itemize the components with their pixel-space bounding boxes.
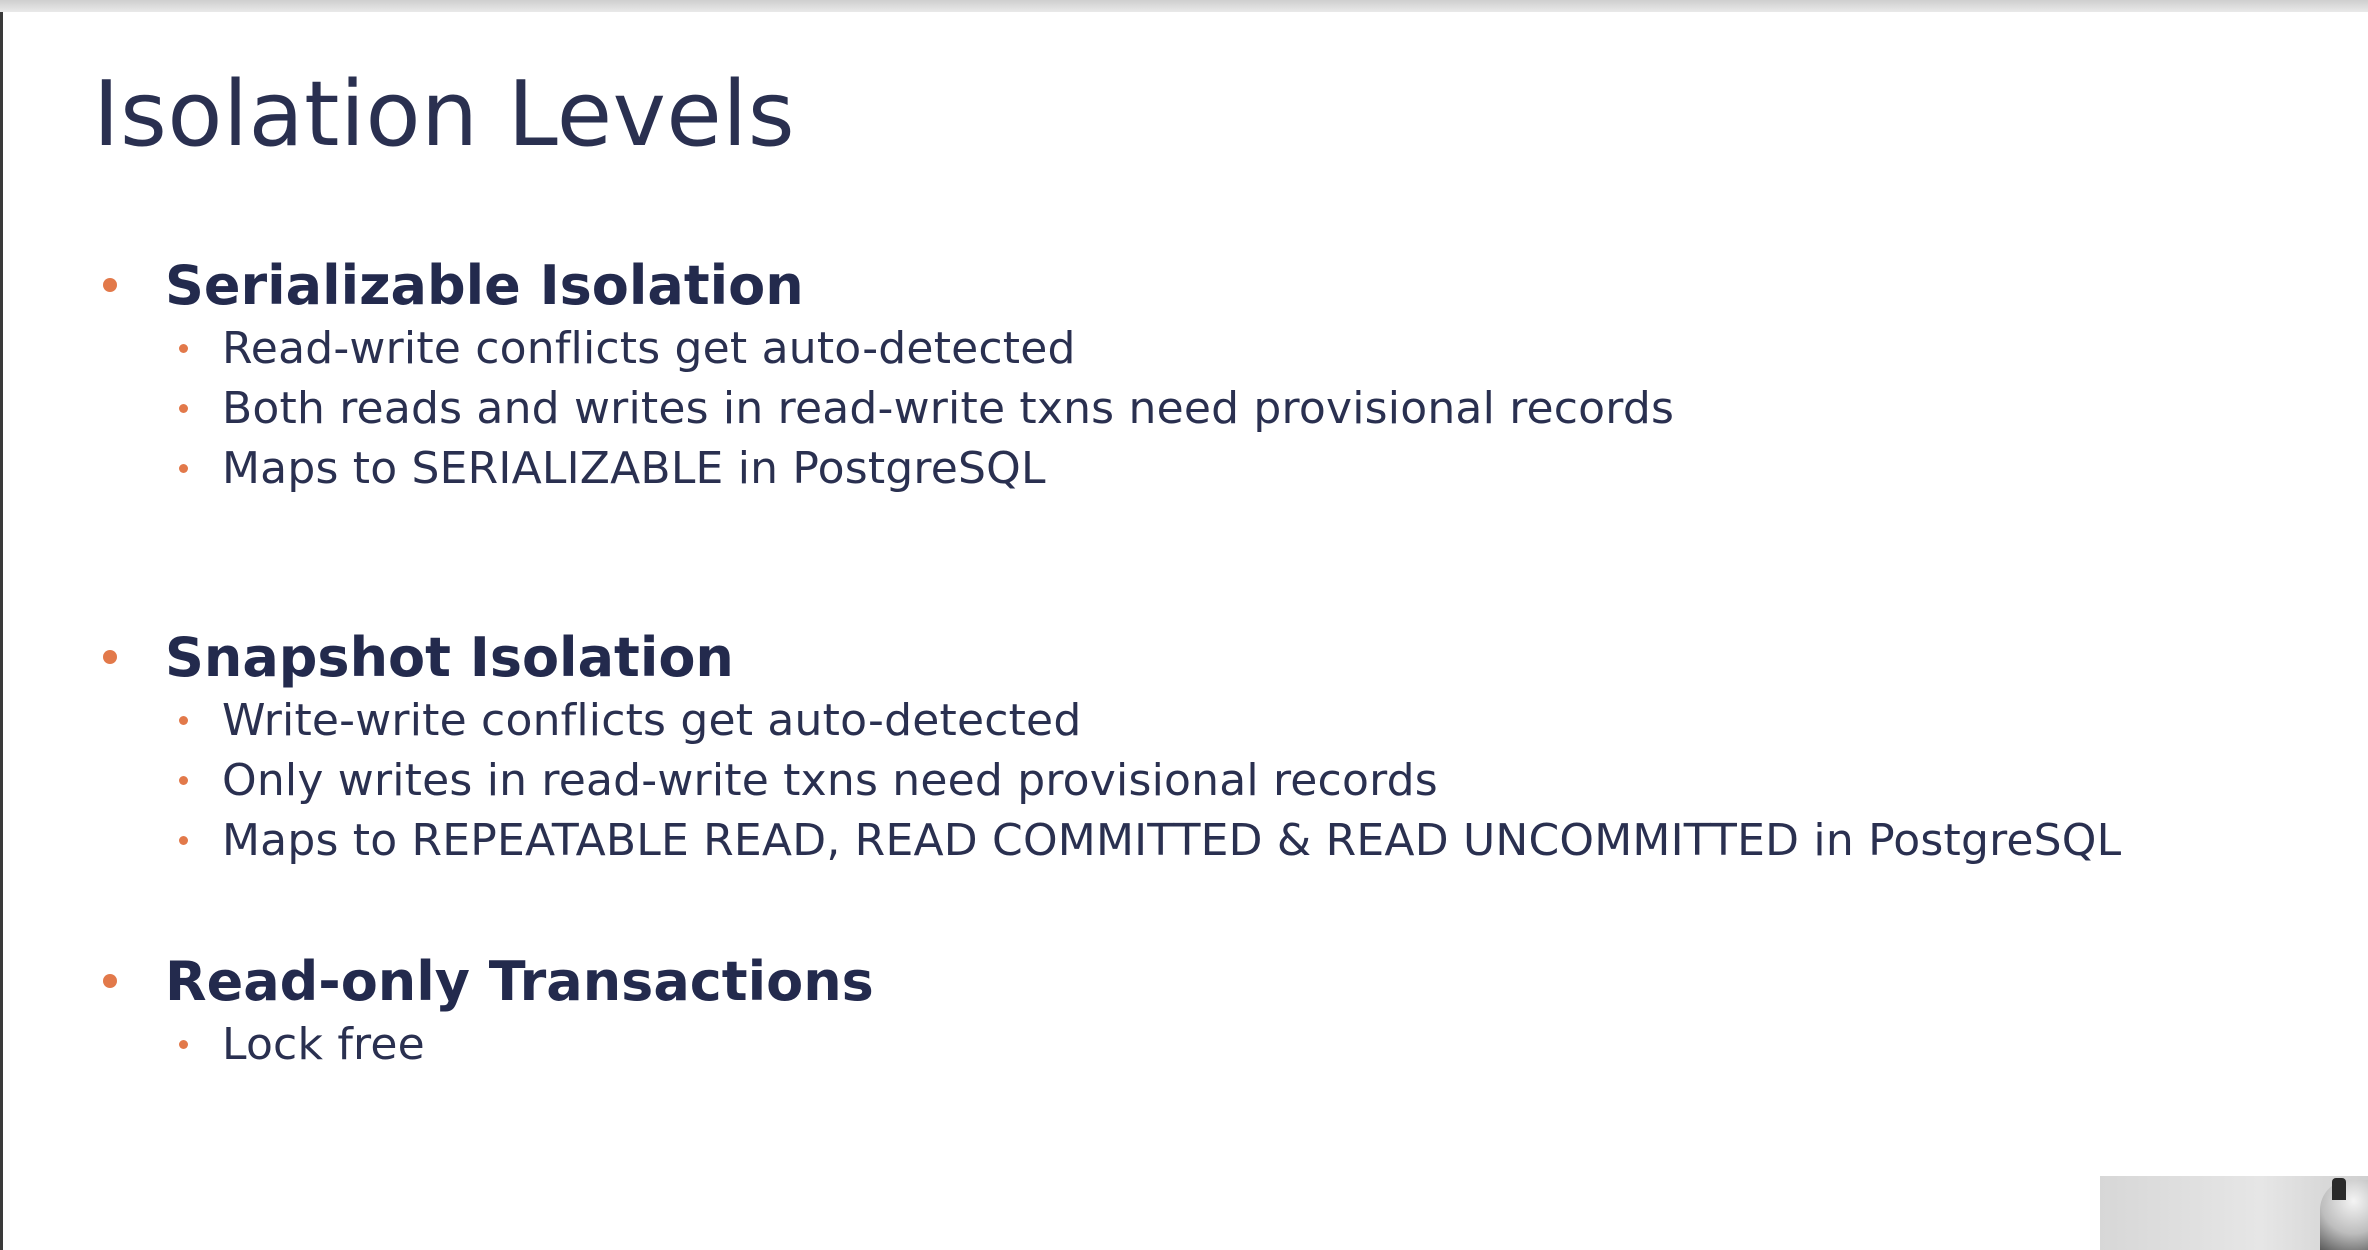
list-item: Lock free	[103, 1014, 874, 1074]
bullet-dot-icon	[179, 343, 188, 353]
section-snapshot-isolation: Snapshot Isolation Write-write conflicts…	[103, 624, 2121, 870]
list-item-text: Only writes in read-write txns need prov…	[222, 754, 1438, 806]
list-item: Both reads and writes in read-write txns…	[103, 378, 1674, 438]
bullet-dot-icon	[179, 463, 188, 473]
bullet-dot-icon	[179, 775, 188, 785]
presenter-video-thumbnail[interactable]	[2100, 1176, 2368, 1250]
section-heading: Read-only Transactions	[165, 949, 874, 1013]
section-heading: Serializable Isolation	[165, 253, 804, 317]
section-read-only-transactions: Read-only Transactions Lock free	[103, 948, 874, 1074]
list-item-text: Write-write conflicts get auto-detected	[222, 694, 1082, 746]
bullet-dot-icon	[103, 974, 117, 988]
section-heading-row: Snapshot Isolation	[103, 624, 2121, 690]
presentation-slide: Isolation Levels Serializable Isolation …	[3, 12, 2368, 1250]
list-item: Maps to SERIALIZABLE in PostgreSQL	[103, 438, 1674, 498]
list-item-text: Lock free	[222, 1018, 425, 1070]
slide-title: Isolation Levels	[93, 62, 796, 167]
window-top-strip	[0, 0, 2368, 12]
bullet-dot-icon	[179, 1039, 188, 1049]
section-heading-row: Serializable Isolation	[103, 252, 1674, 318]
section-heading: Snapshot Isolation	[165, 625, 734, 689]
list-item-text: Both reads and writes in read-write txns…	[222, 382, 1675, 434]
bullet-dot-icon	[103, 650, 117, 664]
list-item: Only writes in read-write txns need prov…	[103, 750, 2121, 810]
list-item: Write-write conflicts get auto-detected	[103, 690, 2121, 750]
sub-bullet-list: Read-write conflicts get auto-detected B…	[103, 318, 1674, 498]
list-item: Read-write conflicts get auto-detected	[103, 318, 1674, 378]
list-item-text: Maps to REPEATABLE READ, READ COMMITTED …	[222, 814, 2122, 866]
bullet-dot-icon	[179, 715, 188, 725]
bullet-dot-icon	[179, 835, 188, 845]
bullet-dot-icon	[179, 403, 188, 413]
list-item-text: Read-write conflicts get auto-detected	[222, 322, 1076, 374]
list-item-text: Maps to SERIALIZABLE in PostgreSQL	[222, 442, 1046, 494]
sub-bullet-list: Lock free	[103, 1014, 874, 1074]
bullet-dot-icon	[103, 278, 117, 292]
section-heading-row: Read-only Transactions	[103, 948, 874, 1014]
sub-bullet-list: Write-write conflicts get auto-detected …	[103, 690, 2121, 870]
microphone-icon	[2332, 1178, 2346, 1200]
list-item: Maps to REPEATABLE READ, READ COMMITTED …	[103, 810, 2121, 870]
section-serializable-isolation: Serializable Isolation Read-write confli…	[103, 252, 1674, 498]
